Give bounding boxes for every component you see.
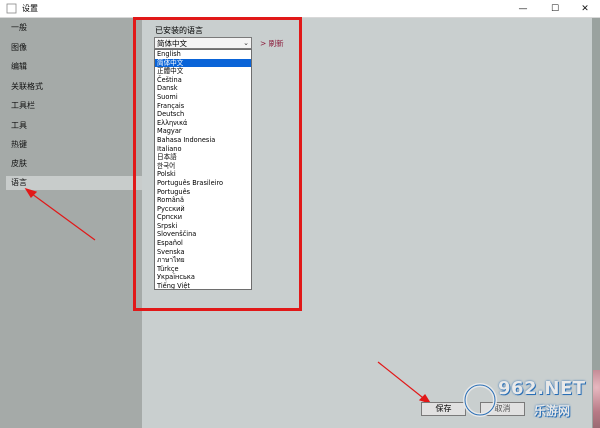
window-title: 设置 bbox=[22, 4, 38, 13]
maximize-icon: ☐ bbox=[550, 3, 560, 14]
sidebar-item-tools[interactable]: 工具 bbox=[11, 119, 27, 133]
sidebar-item-toolbar[interactable]: 工具栏 bbox=[11, 99, 35, 113]
highlight-box bbox=[133, 17, 302, 311]
minimize-icon: — bbox=[518, 3, 528, 14]
close-button[interactable]: ✕ bbox=[570, 0, 600, 17]
title-bar: 设置 — ☐ ✕ bbox=[0, 0, 600, 18]
window-edge bbox=[592, 18, 600, 428]
sidebar-item-image[interactable]: 图像 bbox=[11, 41, 27, 55]
sidebar-item-file-associations[interactable]: 关联格式 bbox=[11, 80, 43, 94]
watermark-logo-icon bbox=[463, 383, 497, 417]
sidebar-item-general[interactable]: 一般 bbox=[11, 21, 27, 35]
minimize-button[interactable]: — bbox=[508, 0, 538, 17]
sidebar-item-language[interactable]: 语言 bbox=[6, 176, 147, 190]
maximize-button[interactable]: ☐ bbox=[540, 0, 570, 17]
watermark-brand: 962.NET bbox=[498, 378, 586, 399]
app-icon bbox=[6, 3, 17, 14]
sidebar-item-hotkeys[interactable]: 热键 bbox=[11, 138, 27, 152]
sidebar-item-edit[interactable]: 编辑 bbox=[11, 60, 27, 74]
watermark: 962.NET 乐游网 bbox=[458, 378, 598, 424]
watermark-subtitle: 乐游网 bbox=[534, 404, 571, 418]
sidebar-item-skin[interactable]: 皮肤 bbox=[11, 157, 27, 171]
close-icon: ✕ bbox=[581, 3, 589, 14]
